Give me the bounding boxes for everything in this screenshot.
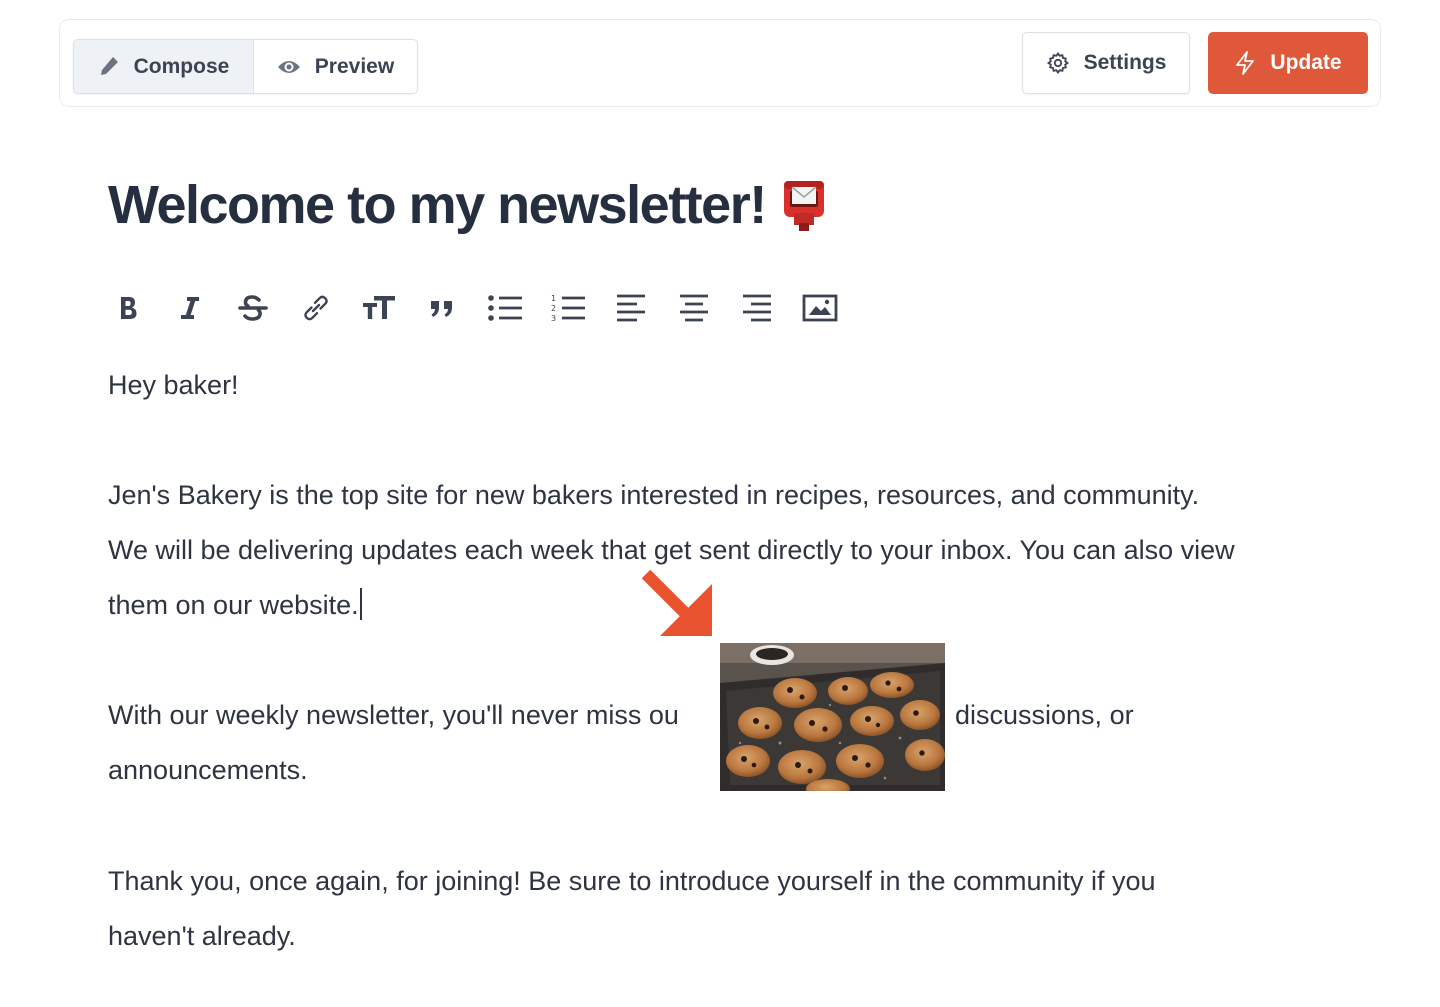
eye-icon (277, 60, 300, 73)
image-icon (802, 294, 838, 322)
postbox-icon (783, 181, 824, 231)
italic-button[interactable] (170, 284, 210, 332)
bold-button[interactable] (108, 284, 148, 332)
newsletter-title[interactable]: Welcome to my newsletter! (108, 170, 826, 240)
align-right-icon (743, 294, 771, 322)
quote-icon (431, 301, 452, 317)
gear-icon (1046, 51, 1069, 75)
intro-line-1: Jen's Bakery is the top site for new bak… (108, 480, 1200, 510)
weekly-line-2: announcements. (108, 755, 308, 785)
lightning-icon (1236, 51, 1255, 75)
svg-text:2: 2 (551, 304, 556, 313)
align-center-icon (680, 294, 708, 322)
bold-icon (121, 297, 137, 319)
thanks-line-1: Thank you, once again, for joining! Be s… (108, 866, 1156, 896)
update-label: Update (1270, 51, 1342, 74)
weekly-line-1-start: With our weekly newsletter, you'll never… (108, 700, 679, 730)
align-left-button[interactable] (611, 284, 651, 332)
preview-tab[interactable]: Preview (253, 40, 417, 93)
intro-line-3-text: them on our website. (108, 590, 359, 620)
bulleted-list-icon (488, 295, 522, 321)
numbered-list-button[interactable]: 1 2 3 (548, 284, 588, 332)
update-button[interactable]: Update (1208, 32, 1368, 94)
paragraph-thanks[interactable]: Thank you, once again, for joining! Be s… (108, 854, 1156, 964)
link-button[interactable] (296, 284, 336, 332)
strikethrough-icon (238, 295, 268, 321)
align-center-button[interactable] (674, 284, 714, 332)
quote-button[interactable] (422, 284, 462, 332)
align-left-icon (617, 294, 645, 322)
thanks-line-2: haven't already. (108, 921, 296, 951)
text-size-icon (363, 296, 395, 319)
text-cursor (359, 588, 362, 620)
text-size-button[interactable] (359, 284, 399, 332)
paragraph-greeting[interactable]: Hey baker! (108, 358, 239, 413)
bulleted-list-button[interactable] (485, 284, 525, 332)
svg-text:3: 3 (551, 314, 556, 323)
cookie-image[interactable] (720, 643, 945, 791)
compose-label: Compose (133, 54, 230, 78)
pencil-icon (100, 56, 118, 75)
title-text: Welcome to my newsletter! (108, 175, 767, 235)
strikethrough-button[interactable] (233, 284, 273, 332)
align-right-button[interactable] (737, 284, 777, 332)
image-button[interactable] (800, 284, 840, 332)
arrow-icon (641, 569, 712, 636)
compose-tab[interactable]: Compose (74, 40, 254, 93)
editor-topbar: Compose Preview Settings Update (59, 19, 1381, 107)
numbered-list-icon: 1 2 3 (551, 294, 585, 323)
settings-button[interactable]: Settings (1022, 32, 1190, 94)
link-icon (304, 295, 328, 321)
weekly-line-1: With our weekly newsletter, you'll never… (108, 688, 1208, 743)
mode-toggle: Compose Preview (73, 39, 418, 94)
paragraph-weekly[interactable]: With our weekly newsletter, you'll never… (108, 688, 1208, 798)
italic-icon (181, 297, 199, 319)
weekly-line-1-end: discussions, or (955, 700, 1134, 730)
preview-label: Preview (314, 54, 395, 78)
svg-text:1: 1 (551, 294, 556, 303)
settings-label: Settings (1083, 51, 1167, 74)
